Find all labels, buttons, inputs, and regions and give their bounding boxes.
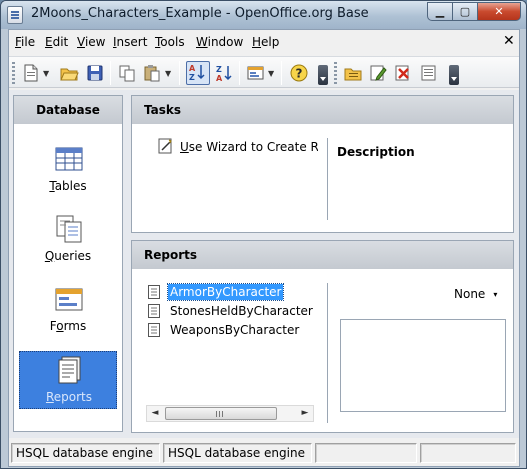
description-title: Description <box>337 145 415 159</box>
status-cell-engine-2: HSQL database engine <box>163 443 312 463</box>
toolbar-grip[interactable] <box>12 62 15 84</box>
database-item-tables[interactable]: Tables <box>19 141 117 199</box>
toolbar-separator <box>239 61 240 85</box>
database-item-reports[interactable]: Reports <box>19 351 117 409</box>
preview-mode-select[interactable]: None ▾ <box>454 287 497 301</box>
open-report-icon[interactable] <box>343 63 363 83</box>
queries-icon <box>53 213 85 245</box>
report-item-stonesheldbycharacter[interactable]: StonesHeldByCharacter <box>146 302 316 320</box>
toolbar-separator <box>281 61 282 85</box>
main-area: Database Tables Queries Forms Reports Ta… <box>9 90 519 438</box>
rename-report-icon[interactable] <box>419 63 439 83</box>
database-item-label: Reports <box>45 390 93 404</box>
report-item-armorbycharacter[interactable]: ArmorByCharacter <box>146 283 316 301</box>
paste-icon[interactable] <box>142 63 162 83</box>
svg-text:A: A <box>216 74 223 83</box>
toolbar-grip[interactable] <box>334 62 337 84</box>
new-document-icon[interactable] <box>21 63 41 83</box>
title-bar[interactable]: 2Moons_Characters_Example - OpenOffice.o… <box>1 1 526 29</box>
preview-mode-value: None <box>454 287 486 301</box>
tasks-panel: Tasks Use Wizard to Create Report... Des… <box>131 95 514 233</box>
database-panel: Database Tables Queries Forms Reports <box>13 95 123 432</box>
svg-text:A: A <box>189 64 196 73</box>
svg-text:Z: Z <box>189 73 195 82</box>
status-cell-empty-2 <box>420 443 516 463</box>
reports-header: Reports <box>132 241 513 269</box>
report-document-icon <box>148 323 161 337</box>
menu-bar: File Edit View Insert Tools Window Help … <box>9 30 519 54</box>
tasks-header: Tasks <box>132 96 513 124</box>
toolbar-separator <box>110 61 111 85</box>
paste-dropdown-icon[interactable]: ▼ <box>165 69 171 78</box>
minimize-button[interactable]: ▁ <box>427 2 453 21</box>
report-item-weaponsbycharacter[interactable]: WeaponsByCharacter <box>146 321 316 339</box>
standard-toolbar: ▼ ▼ AZ ZA ▼ ? <box>9 56 519 88</box>
delete-report-icon[interactable] <box>393 63 413 83</box>
help-icon[interactable]: ? <box>289 63 309 83</box>
database-item-label: Queries <box>44 249 92 263</box>
database-header: Database <box>14 96 122 124</box>
toolbar-overflow-button[interactable] <box>449 65 459 85</box>
menu-insert[interactable]: Insert <box>113 35 147 49</box>
edit-report-icon[interactable] <box>368 63 388 83</box>
save-icon[interactable] <box>85 63 105 83</box>
scroll-left-icon[interactable]: ◄ <box>147 406 163 421</box>
database-item-queries[interactable]: Queries <box>19 211 117 269</box>
database-item-label: Forms <box>49 319 87 333</box>
reports-panel: Reports ArmorByCharacter StonesHeldByCha… <box>131 240 514 433</box>
toolbar-overflow-button[interactable] <box>318 65 328 85</box>
svg-text:?: ? <box>296 67 303 81</box>
svg-text:Z: Z <box>216 65 222 74</box>
horizontal-scrollbar[interactable]: ◄ ► <box>146 405 314 422</box>
chevron-down-icon: ▾ <box>493 290 498 299</box>
form-design-icon[interactable] <box>246 63 266 83</box>
report-document-icon <box>148 304 161 318</box>
menu-help[interactable]: Help <box>252 35 279 49</box>
report-document-icon <box>148 285 161 299</box>
menu-tools[interactable]: Tools <box>155 35 185 49</box>
close-document-icon[interactable]: ✕ <box>503 33 515 49</box>
new-dropdown-icon[interactable]: ▼ <box>43 69 49 78</box>
report-preview-area <box>340 319 506 412</box>
menu-file[interactable]: File <box>15 35 35 49</box>
wizard-icon <box>158 138 174 154</box>
report-name: StonesHeldByCharacter <box>170 304 313 318</box>
menu-window[interactable]: Window <box>196 35 243 49</box>
form-dropdown-icon[interactable]: ▼ <box>268 69 274 78</box>
status-cell-empty <box>315 443 417 463</box>
database-item-label: Tables <box>49 179 87 193</box>
sort-ascending-icon[interactable]: AZ <box>186 61 210 85</box>
open-folder-icon[interactable] <box>59 63 79 83</box>
reports-list: ArmorByCharacter StonesHeldByCharacter W… <box>146 283 316 353</box>
report-name: WeaponsByCharacter <box>170 323 300 337</box>
menu-edit[interactable]: Edit <box>45 35 68 49</box>
forms-icon <box>53 283 85 315</box>
status-cell-engine: HSQL database engine <box>11 443 160 463</box>
report-wizard-label: Use Wizard to Create Report... <box>180 140 318 154</box>
tasks-divider <box>327 138 328 220</box>
database-item-forms[interactable]: Forms <box>19 281 117 339</box>
menu-view[interactable]: View <box>77 35 105 49</box>
report-wizard-task[interactable]: Use Wizard to Create Report... <box>158 138 318 156</box>
client-area: File Edit View Insert Tools Window Help … <box>8 29 520 467</box>
close-button[interactable]: ✕ <box>477 2 521 21</box>
reports-icon <box>54 354 86 386</box>
sort-descending-icon[interactable]: ZA <box>214 63 234 83</box>
reports-divider <box>327 283 328 423</box>
maximize-button[interactable]: ▢ <box>452 2 478 21</box>
status-bar: HSQL database engine HSQL database engin… <box>9 440 519 466</box>
report-name: ArmorByCharacter <box>166 283 285 301</box>
scrollbar-thumb[interactable] <box>165 407 277 420</box>
window-title: 2Moons_Characters_Example - OpenOffice.o… <box>31 6 369 21</box>
tables-icon <box>53 143 85 175</box>
application-window: 2Moons_Characters_Example - OpenOffice.o… <box>0 0 527 469</box>
scroll-right-icon[interactable]: ► <box>297 406 313 421</box>
toolbar-separator <box>179 61 180 85</box>
document-icon <box>7 6 23 24</box>
copy-icon[interactable] <box>117 63 137 83</box>
